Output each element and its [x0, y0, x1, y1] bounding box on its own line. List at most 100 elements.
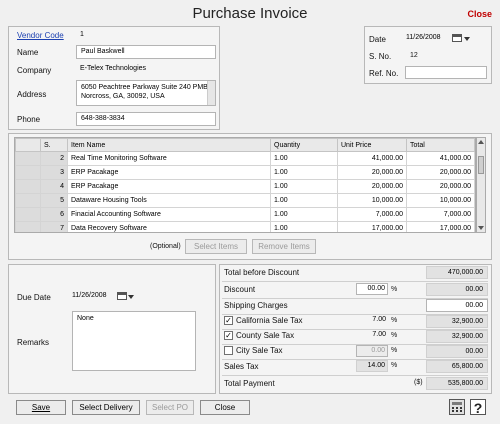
scroll-up-arrow-icon[interactable]: [478, 140, 484, 144]
due-calendar-icon[interactable]: [117, 292, 127, 300]
close-link[interactable]: Close: [467, 9, 492, 19]
row-unit-price[interactable]: 20,000.00: [337, 179, 407, 194]
vendor-code-field[interactable]: 1: [76, 29, 216, 42]
items-vertical-scrollbar[interactable]: [476, 137, 486, 233]
address-line-2: Norcross, GA, 30092, USA: [81, 93, 165, 100]
sales-tax-label: Sales Tax: [224, 362, 259, 371]
due-date-dropdown-icon[interactable]: [128, 295, 134, 299]
row-selector[interactable]: [15, 193, 41, 208]
row-item-name[interactable]: Data Recovery Software: [67, 221, 271, 232]
row-sno: 4: [40, 179, 68, 194]
save-button[interactable]: Save: [16, 400, 66, 415]
address-label: Address: [17, 90, 47, 99]
total-payment-label: Total Payment: [224, 379, 275, 388]
table-row[interactable]: 3 ERP Pacakage 1.00 20,000.00 20,000.00: [15, 165, 475, 180]
phone-field[interactable]: 648-388-3834: [76, 112, 216, 126]
calendar-icon[interactable]: [452, 34, 462, 42]
total-before-discount-value: 470,000.00: [426, 266, 488, 279]
discount-label: Discount: [224, 285, 256, 294]
table-row[interactable]: 2 Real Time Monitoring Software 1.00 41,…: [15, 151, 475, 166]
row-sno: 3: [40, 165, 68, 180]
row-item-name[interactable]: Finacial Accounting Software: [67, 207, 271, 222]
address-line-1: 6050 Peachtree Parkway Suite 240 PMB,: [81, 84, 210, 91]
row-selector[interactable]: [15, 165, 41, 180]
table-row[interactable]: 5 Dataware Housing Tools 1.00 10,000.00 …: [15, 193, 475, 208]
row-item-name[interactable]: ERP Pacakage: [67, 165, 271, 180]
county-tax-percent-field[interactable]: 7.00: [356, 330, 388, 342]
name-field[interactable]: Paul Baskwell: [76, 45, 216, 59]
address-scrollbar[interactable]: [207, 81, 215, 105]
date-label: Date: [369, 35, 386, 44]
row-unit-price[interactable]: 20,000.00: [337, 165, 407, 180]
city-tax-checkbox[interactable]: [224, 346, 233, 355]
row-quantity[interactable]: 1.00: [270, 165, 338, 180]
california-tax-amount-value: 32,900.00: [426, 315, 488, 328]
items-table: S. Item Name Quantity Unit Price Total 2…: [15, 138, 475, 232]
remove-items-button[interactable]: Remove Items: [252, 239, 316, 254]
row-item-name[interactable]: Dataware Housing Tools: [67, 193, 271, 208]
row-selector[interactable]: [15, 151, 41, 166]
date-dropdown-icon[interactable]: [464, 37, 470, 41]
select-delivery-button[interactable]: Select Delivery: [72, 400, 140, 415]
total-before-discount-label: Total before Discount: [224, 268, 300, 277]
city-tax-amount-value: 00.00: [426, 345, 488, 358]
save-button-label: Save: [31, 403, 51, 412]
due-date-value: 11/26/2008: [72, 292, 107, 299]
california-tax-percent-symbol: %: [391, 317, 398, 324]
help-icon[interactable]: ?: [470, 399, 486, 416]
california-tax-checkbox[interactable]: ✓: [224, 316, 233, 325]
row-item-name[interactable]: ERP Pacakage: [67, 179, 271, 194]
row-selector[interactable]: [15, 207, 41, 222]
row-total: 7,000.00: [406, 207, 475, 222]
table-row[interactable]: 4 ERP Pacakage 1.00 20,000.00 20,000.00: [15, 179, 475, 194]
row-quantity[interactable]: 1.00: [270, 193, 338, 208]
row-quantity[interactable]: 1.00: [270, 151, 338, 166]
row-quantity[interactable]: 1.00: [270, 207, 338, 222]
scroll-down-arrow-icon[interactable]: [478, 226, 484, 230]
shipping-charges-field[interactable]: 00.00: [426, 299, 488, 312]
select-items-button[interactable]: Select Items: [185, 239, 247, 254]
due-date-label: Due Date: [17, 293, 51, 302]
shipping-charges-label: Shipping Charges: [224, 301, 288, 310]
sno-value: 12: [410, 52, 418, 59]
row-quantity[interactable]: 1.00: [270, 179, 338, 194]
header-total: Total: [406, 138, 475, 152]
close-button[interactable]: Close: [200, 400, 250, 415]
california-tax-percent-field[interactable]: 7.00: [356, 315, 388, 327]
table-row[interactable]: 6 Finacial Accounting Software 1.00 7,00…: [15, 207, 475, 222]
scroll-thumb[interactable]: [478, 156, 484, 174]
row-sno: 5: [40, 193, 68, 208]
header-quantity: Quantity: [270, 138, 338, 152]
divider: [222, 281, 488, 282]
county-tax-checkbox[interactable]: ✓: [224, 331, 233, 340]
row-unit-price[interactable]: 17,000.00: [337, 221, 407, 232]
remarks-textarea[interactable]: None: [72, 311, 196, 371]
city-tax-percent-field[interactable]: 0.00: [356, 345, 388, 357]
row-total: 41,000.00: [406, 151, 475, 166]
name-label: Name: [17, 48, 39, 57]
row-unit-price[interactable]: 7,000.00: [337, 207, 407, 222]
refno-field[interactable]: [405, 66, 487, 79]
row-item-name[interactable]: Real Time Monitoring Software: [67, 151, 271, 166]
items-table-wrapper: S. Item Name Quantity Unit Price Total 2…: [14, 137, 476, 233]
row-selector[interactable]: [15, 221, 41, 232]
row-unit-price[interactable]: 41,000.00: [337, 151, 407, 166]
company-field[interactable]: E-Telex Technologies: [76, 63, 216, 77]
remarks-label: Remarks: [17, 338, 50, 347]
county-tax-amount-value: 32,900.00: [426, 330, 488, 343]
discount-percent-field[interactable]: 00.00: [356, 283, 388, 295]
due-date-field[interactable]: 11/26/2008: [72, 292, 107, 299]
refno-label: Ref. No.: [369, 69, 399, 78]
window-title: Purchase Invoice: [192, 5, 308, 22]
total-payment-value: 535,800.00: [426, 377, 488, 390]
table-row[interactable]: 7 Data Recovery Software 1.00 17,000.00 …: [15, 221, 475, 232]
address-field[interactable]: 6050 Peachtree Parkway Suite 240 PMB, No…: [76, 80, 216, 106]
header-item-name: Item Name: [67, 138, 271, 152]
row-unit-price[interactable]: 10,000.00: [337, 193, 407, 208]
calculator-icon[interactable]: [449, 399, 465, 415]
vendor-code-link[interactable]: Vendor Code: [17, 31, 64, 40]
select-po-button[interactable]: Select PO: [146, 400, 194, 415]
row-quantity[interactable]: 1.00: [270, 221, 338, 232]
row-selector[interactable]: [15, 179, 41, 194]
row-total: 10,000.00: [406, 193, 475, 208]
